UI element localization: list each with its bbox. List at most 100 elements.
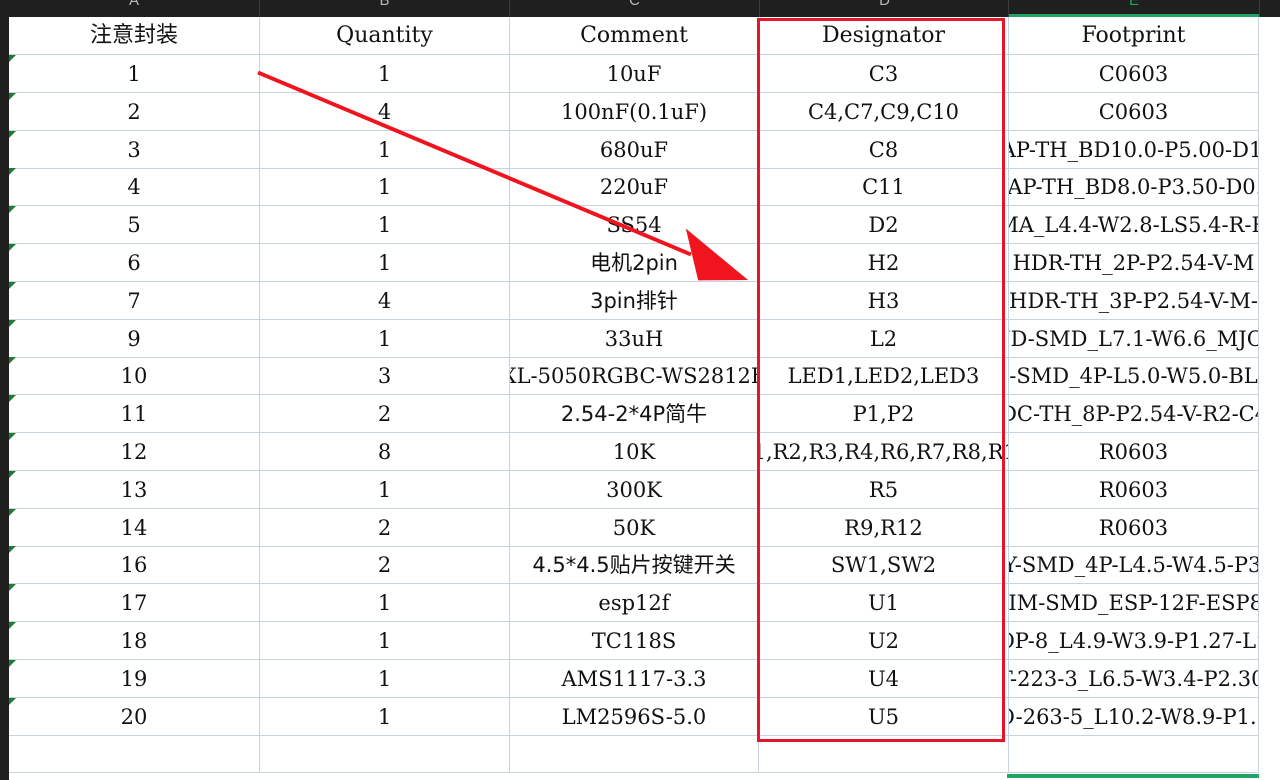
cell-quantity[interactable]: 1 xyxy=(260,131,510,169)
header-cell-designator[interactable]: Designator xyxy=(759,17,1009,55)
cell-comment[interactable]: 3pin排针 xyxy=(510,282,759,320)
cell-comment[interactable]: 2.54-2*4P简牛 xyxy=(510,395,759,433)
cell-comment[interactable]: TC118S xyxy=(510,622,759,660)
empty-cell[interactable] xyxy=(1009,735,1259,773)
cell-footprint[interactable]: R0603 xyxy=(1009,509,1259,547)
header-cell-quantity[interactable]: Quantity xyxy=(260,17,510,55)
cell-quantity[interactable]: 1 xyxy=(260,206,510,244)
cell-comment[interactable]: 10K xyxy=(510,433,759,471)
cell-no[interactable]: 1 xyxy=(9,55,260,93)
cell-footprint[interactable]: SOT-223-3_L6.5-W3.4-P2.30-LS xyxy=(1009,660,1259,698)
cell-no[interactable]: 13 xyxy=(9,471,260,509)
cell-no[interactable]: 20 xyxy=(9,698,260,736)
header-cell-comment[interactable]: Comment xyxy=(510,17,759,55)
cell-comment[interactable]: 50K xyxy=(510,509,759,547)
cell-footprint[interactable]: CAP-TH_BD10.0-P5.00-D1.0 xyxy=(1009,131,1259,169)
cell-footprint[interactable]: R0603 xyxy=(1009,471,1259,509)
cell-designator[interactable]: R5 xyxy=(759,471,1009,509)
cell-quantity[interactable]: 1 xyxy=(260,168,510,206)
cell-no[interactable]: 9 xyxy=(9,320,260,358)
cell-footprint[interactable]: WIFIM-SMD_ESP-12F-ESP8266 xyxy=(1009,584,1259,622)
cell-comment[interactable]: 电机2pin xyxy=(510,244,759,282)
column-letter-b[interactable]: B xyxy=(260,0,509,9)
cell-comment[interactable]: LM2596S-5.0 xyxy=(510,698,759,736)
cell-designator[interactable]: U5 xyxy=(759,698,1009,736)
column-letter-a[interactable]: A xyxy=(9,0,259,9)
cell-no[interactable]: 11 xyxy=(9,395,260,433)
header-cell-no[interactable]: 注意封装 xyxy=(9,17,260,55)
empty-cell[interactable] xyxy=(9,735,260,773)
cell-no[interactable]: 4 xyxy=(9,168,260,206)
cell-designator[interactable]: H3 xyxy=(759,282,1009,320)
cell-comment[interactable]: 680uF xyxy=(510,131,759,169)
cell-no[interactable]: 18 xyxy=(9,622,260,660)
cell-no[interactable]: 16 xyxy=(9,546,260,584)
cell-comment[interactable]: 100nF(0.1uF) xyxy=(510,93,759,131)
cell-footprint[interactable]: R0603 xyxy=(1009,433,1259,471)
cell-designator[interactable]: U4 xyxy=(759,660,1009,698)
cell-comment[interactable]: XL-5050RGBC-WS2812B xyxy=(510,357,759,395)
cell-comment[interactable]: 4.5*4.5贴片按键开关 xyxy=(510,546,759,584)
cell-no[interactable]: 10 xyxy=(9,357,260,395)
cell-designator[interactable]: U1 xyxy=(759,584,1009,622)
cell-quantity[interactable]: 4 xyxy=(260,93,510,131)
cell-comment[interactable]: 300K xyxy=(510,471,759,509)
column-letter-d[interactable]: D xyxy=(760,0,1009,9)
cell-quantity[interactable]: 1 xyxy=(260,584,510,622)
cell-quantity[interactable]: 2 xyxy=(260,395,510,433)
cell-designator[interactable]: R1,R2,R3,R4,R6,R7,R8,R10 xyxy=(759,433,1009,471)
cell-footprint[interactable]: CAP-TH_BD8.0-P3.50-D0.6 xyxy=(1009,168,1259,206)
cell-no[interactable]: 7 xyxy=(9,282,260,320)
column-letter-e[interactable]: E xyxy=(1009,0,1259,9)
cell-comment[interactable]: esp12f xyxy=(510,584,759,622)
cell-quantity[interactable]: 2 xyxy=(260,509,510,547)
cell-designator[interactable]: P1,P2 xyxy=(759,395,1009,433)
cell-comment[interactable]: 220uF xyxy=(510,168,759,206)
cell-no[interactable]: 5 xyxy=(9,206,260,244)
empty-cell[interactable] xyxy=(759,735,1009,773)
cell-designator[interactable]: D2 xyxy=(759,206,1009,244)
cell-no[interactable]: 17 xyxy=(9,584,260,622)
cell-designator[interactable]: U2 xyxy=(759,622,1009,660)
cell-footprint[interactable]: TO-263-5_L10.2-W8.9-P1.70 xyxy=(1009,698,1259,736)
empty-cell[interactable] xyxy=(260,735,510,773)
cell-no[interactable]: 3 xyxy=(9,131,260,169)
cell-designator[interactable]: SW1,SW2 xyxy=(759,546,1009,584)
cell-footprint[interactable]: IDC-TH_8P-P2.54-V-R2-C4- xyxy=(1009,395,1259,433)
cell-footprint[interactable]: C0603 xyxy=(1009,55,1259,93)
cell-no[interactable]: 2 xyxy=(9,93,260,131)
cell-designator[interactable]: H2 xyxy=(759,244,1009,282)
cell-designator[interactable]: LED1,LED2,LED3 xyxy=(759,357,1009,395)
cell-footprint[interactable]: HDR-TH_3P-P2.54-V-M- xyxy=(1009,282,1259,320)
cell-designator[interactable]: C4,C7,C9,C10 xyxy=(759,93,1009,131)
cell-footprint[interactable]: C0603 xyxy=(1009,93,1259,131)
cell-comment[interactable]: 10uF xyxy=(510,55,759,93)
cell-quantity[interactable]: 2 xyxy=(260,546,510,584)
cell-designator[interactable]: C3 xyxy=(759,55,1009,93)
cell-designator[interactable]: R9,R12 xyxy=(759,509,1009,547)
column-letter-c[interactable]: C xyxy=(510,0,759,9)
cell-comment[interactable]: SS54 xyxy=(510,206,759,244)
cell-quantity[interactable]: 8 xyxy=(260,433,510,471)
cell-quantity[interactable]: 1 xyxy=(260,320,510,358)
cell-quantity[interactable]: 1 xyxy=(260,622,510,660)
cell-quantity[interactable]: 1 xyxy=(260,471,510,509)
cell-comment[interactable]: 33uH xyxy=(510,320,759,358)
cell-quantity[interactable]: 1 xyxy=(260,660,510,698)
cell-footprint[interactable]: HDR-TH_2P-P2.54-V-M xyxy=(1009,244,1259,282)
header-cell-footprint[interactable]: Footprint xyxy=(1009,17,1259,55)
cell-no[interactable]: 14 xyxy=(9,509,260,547)
cell-quantity[interactable]: 4 xyxy=(260,282,510,320)
cell-quantity[interactable]: 3 xyxy=(260,357,510,395)
empty-cell[interactable] xyxy=(510,735,759,773)
cell-designator[interactable]: C11 xyxy=(759,168,1009,206)
cell-quantity[interactable]: 1 xyxy=(260,244,510,282)
cell-footprint[interactable]: LED-SMD_4P-L5.0-W5.0-BL_XL- xyxy=(1009,357,1259,395)
cell-no[interactable]: 12 xyxy=(9,433,260,471)
cell-quantity[interactable]: 1 xyxy=(260,698,510,736)
cell-footprint[interactable]: SOP-8_L4.9-W3.9-P1.27-LS6 xyxy=(1009,622,1259,660)
cell-designator[interactable]: C8 xyxy=(759,131,1009,169)
cell-quantity[interactable]: 1 xyxy=(260,55,510,93)
cell-no[interactable]: 19 xyxy=(9,660,260,698)
cell-footprint[interactable]: IND-SMD_L7.1-W6.6_MJC-0 xyxy=(1009,320,1259,358)
